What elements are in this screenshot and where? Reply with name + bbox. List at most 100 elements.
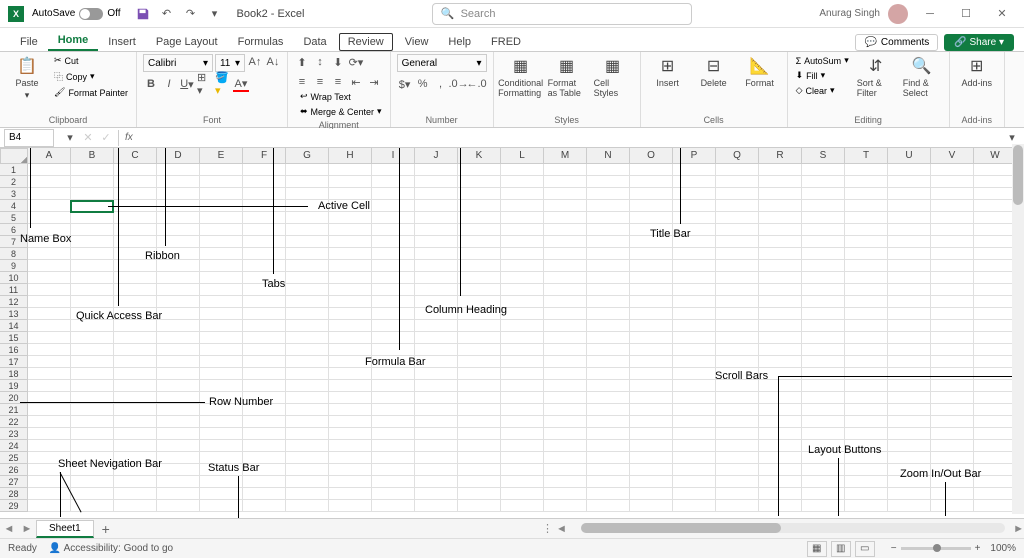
cell[interactable]	[28, 428, 71, 440]
cell[interactable]	[587, 368, 630, 380]
cell[interactable]	[71, 212, 114, 224]
column-header[interactable]: M	[544, 148, 587, 164]
cell[interactable]	[200, 464, 243, 476]
cell[interactable]	[157, 200, 200, 212]
cell[interactable]	[114, 248, 157, 260]
cell[interactable]	[243, 308, 286, 320]
cell[interactable]	[759, 320, 802, 332]
cell[interactable]	[587, 500, 630, 512]
cell[interactable]	[71, 464, 114, 476]
cell[interactable]	[630, 176, 673, 188]
cell[interactable]	[974, 284, 1017, 296]
cell[interactable]	[931, 200, 974, 212]
cell[interactable]	[200, 296, 243, 308]
cell[interactable]	[759, 428, 802, 440]
cell[interactable]	[286, 332, 329, 344]
cell[interactable]	[243, 344, 286, 356]
cell[interactable]	[802, 452, 845, 464]
cell[interactable]	[286, 176, 329, 188]
cell[interactable]	[28, 488, 71, 500]
cell[interactable]	[501, 164, 544, 176]
cell[interactable]	[243, 380, 286, 392]
cell[interactable]	[71, 476, 114, 488]
cell[interactable]	[716, 488, 759, 500]
cell[interactable]	[544, 296, 587, 308]
cell[interactable]	[931, 332, 974, 344]
cell[interactable]	[458, 464, 501, 476]
row-header[interactable]: 4	[0, 200, 28, 212]
row-header[interactable]: 19	[0, 380, 28, 392]
cell[interactable]	[673, 296, 716, 308]
cell[interactable]	[845, 500, 888, 512]
cell[interactable]	[458, 428, 501, 440]
cell[interactable]	[716, 188, 759, 200]
share-button[interactable]: 🔗 Share ▾	[944, 34, 1014, 51]
cell[interactable]	[974, 416, 1017, 428]
cell[interactable]	[716, 356, 759, 368]
cell[interactable]	[157, 392, 200, 404]
cell[interactable]	[28, 320, 71, 332]
cell[interactable]	[329, 320, 372, 332]
cell[interactable]	[716, 380, 759, 392]
orientation-icon[interactable]: ⟳▾	[348, 54, 364, 70]
cell[interactable]	[974, 164, 1017, 176]
qat-dropdown-icon[interactable]: ▾	[205, 4, 225, 24]
cell[interactable]	[759, 164, 802, 176]
cell[interactable]	[544, 248, 587, 260]
cell[interactable]	[587, 272, 630, 284]
cell[interactable]	[286, 272, 329, 284]
cell[interactable]	[673, 188, 716, 200]
cell[interactable]	[501, 380, 544, 392]
cell[interactable]	[71, 500, 114, 512]
cell[interactable]	[286, 308, 329, 320]
cell[interactable]	[243, 476, 286, 488]
cell[interactable]	[157, 320, 200, 332]
cell[interactable]	[372, 392, 415, 404]
cell[interactable]	[845, 476, 888, 488]
cell[interactable]	[114, 464, 157, 476]
cell[interactable]	[458, 452, 501, 464]
cell[interactable]	[372, 284, 415, 296]
cell[interactable]	[415, 236, 458, 248]
column-header[interactable]: F	[243, 148, 286, 164]
cell[interactable]	[200, 332, 243, 344]
cell[interactable]	[372, 272, 415, 284]
cell[interactable]	[716, 248, 759, 260]
cell[interactable]	[630, 392, 673, 404]
cell[interactable]	[372, 428, 415, 440]
cell[interactable]	[200, 236, 243, 248]
cell[interactable]	[28, 392, 71, 404]
cell[interactable]	[888, 212, 931, 224]
cell[interactable]	[157, 500, 200, 512]
cell[interactable]	[974, 368, 1017, 380]
cell[interactable]	[630, 368, 673, 380]
cell[interactable]	[845, 416, 888, 428]
cell[interactable]	[673, 320, 716, 332]
cell[interactable]	[673, 176, 716, 188]
cell[interactable]	[501, 224, 544, 236]
cell[interactable]	[458, 368, 501, 380]
tab-insert[interactable]: Insert	[98, 33, 146, 51]
cell[interactable]	[802, 476, 845, 488]
cell[interactable]	[243, 332, 286, 344]
cell[interactable]	[630, 500, 673, 512]
cell[interactable]	[157, 476, 200, 488]
cell[interactable]	[286, 464, 329, 476]
cell[interactable]	[286, 200, 329, 212]
cell[interactable]	[673, 428, 716, 440]
cell[interactable]	[759, 200, 802, 212]
cell[interactable]	[372, 440, 415, 452]
cell[interactable]	[974, 320, 1017, 332]
cell[interactable]	[759, 176, 802, 188]
cell[interactable]	[544, 200, 587, 212]
cell[interactable]	[243, 464, 286, 476]
cell[interactable]	[931, 236, 974, 248]
cell[interactable]	[157, 368, 200, 380]
cell[interactable]	[114, 308, 157, 320]
cell[interactable]	[28, 452, 71, 464]
cell[interactable]	[157, 488, 200, 500]
cell[interactable]	[931, 248, 974, 260]
cell[interactable]	[501, 428, 544, 440]
cell[interactable]	[974, 224, 1017, 236]
cell[interactable]	[630, 380, 673, 392]
